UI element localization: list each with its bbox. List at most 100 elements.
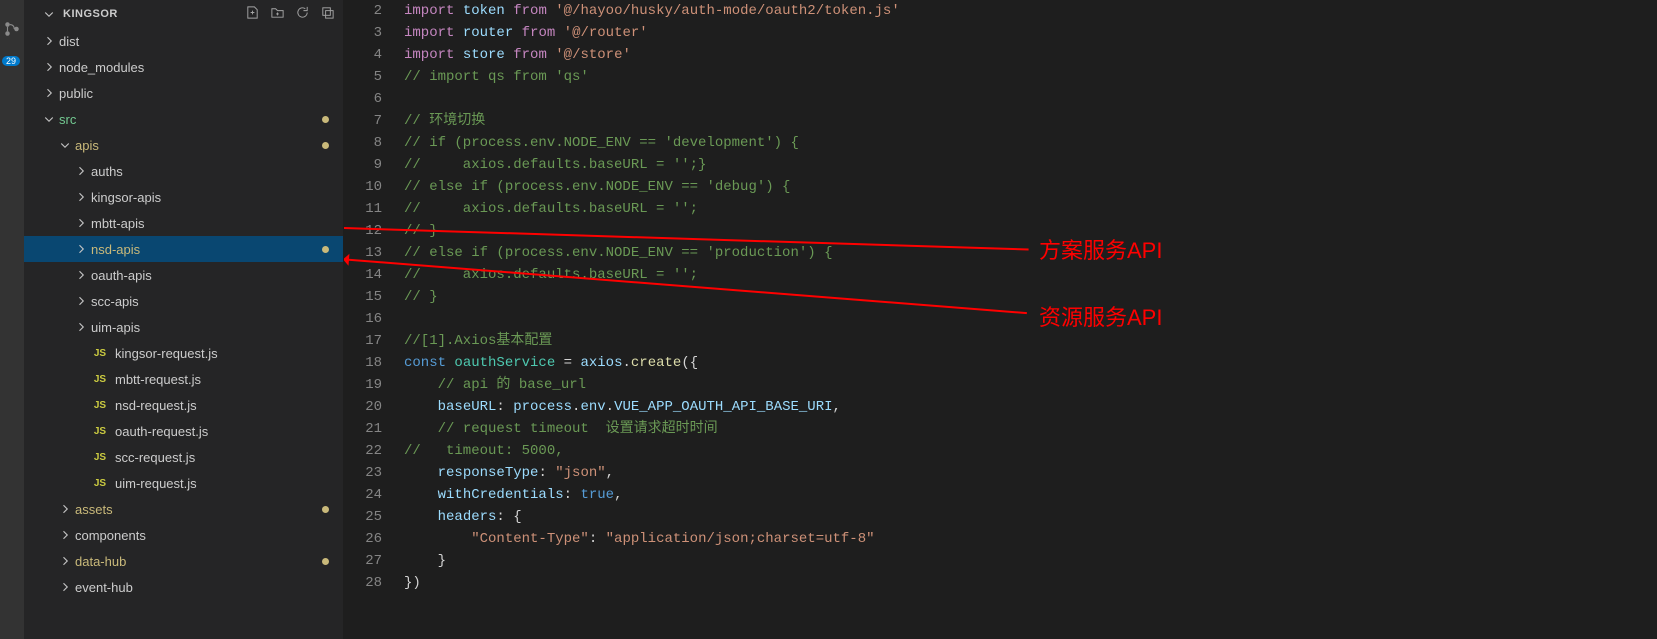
code-line[interactable]: import token from '@/hayoo/husky/auth-mo… — [404, 0, 1657, 22]
folder-uim-apis[interactable]: uim-apis — [24, 314, 343, 340]
new-folder-icon[interactable] — [270, 5, 285, 23]
folder-mbtt-apis[interactable]: mbtt-apis — [24, 210, 343, 236]
folder-node_modules[interactable]: node_modules — [24, 54, 343, 80]
code-line[interactable]: "Content-Type": "application/json;charse… — [404, 528, 1657, 550]
file-scc-request.js[interactable]: JSscc-request.js — [24, 444, 343, 470]
tree-item-label: src — [59, 112, 76, 127]
tree-item-label: nsd-apis — [91, 242, 140, 257]
folder-apis[interactable]: apis — [24, 132, 343, 158]
code-line[interactable]: // api 的 base_url — [404, 374, 1657, 396]
line-number: 27 — [344, 550, 382, 572]
modified-dot-icon — [322, 116, 329, 123]
chevron-right-icon — [74, 268, 88, 282]
folder-nsd-apis[interactable]: nsd-apis — [24, 236, 343, 262]
line-number: 12 — [344, 220, 382, 242]
folder-kingsor-apis[interactable]: kingsor-apis — [24, 184, 343, 210]
folder-scc-apis[interactable]: scc-apis — [24, 288, 343, 314]
line-number: 10 — [344, 176, 382, 198]
code-line[interactable]: }) — [404, 572, 1657, 594]
code-line[interactable]: // axios.defaults.baseURL = ''; — [404, 198, 1657, 220]
line-number: 5 — [344, 66, 382, 88]
line-number: 25 — [344, 506, 382, 528]
file-nsd-request.js[interactable]: JS nsd-request.js — [24, 392, 343, 418]
chevron-down-icon — [58, 138, 72, 152]
code-line[interactable] — [404, 308, 1657, 330]
tree-item-label: uim-request.js — [115, 476, 197, 491]
line-number: 3 — [344, 22, 382, 44]
folder-auths[interactable]: auths — [24, 158, 343, 184]
new-file-icon[interactable] — [245, 5, 260, 23]
code-line[interactable]: withCredentials: true, — [404, 484, 1657, 506]
chevron-right-icon — [74, 216, 88, 230]
code-line[interactable]: import store from '@/store' — [404, 44, 1657, 66]
tree-item-label: components — [75, 528, 146, 543]
code-line[interactable]: // } — [404, 220, 1657, 242]
collapse-all-icon[interactable] — [320, 5, 335, 23]
code-line[interactable]: //[1].Axios基本配置 — [404, 330, 1657, 352]
code-line[interactable]: responseType: "json", — [404, 462, 1657, 484]
line-gutter: 2345678910111213141516171819202122232425… — [344, 0, 404, 639]
folder-assets[interactable]: assets — [24, 496, 343, 522]
code-line[interactable]: // } — [404, 286, 1657, 308]
folder-src[interactable]: src — [24, 106, 343, 132]
code-line[interactable]: // else if (process.env.NODE_ENV == 'pro… — [404, 242, 1657, 264]
explorer-header[interactable]: KINGSOR — [24, 0, 343, 28]
file-mbtt-request.js[interactable]: JSmbtt-request.js — [24, 366, 343, 392]
code-line[interactable]: // 环境切换 — [404, 110, 1657, 132]
code-line[interactable]: baseURL: process.env.VUE_APP_OAUTH_API_B… — [404, 396, 1657, 418]
tree-item-label: scc-request.js — [115, 450, 195, 465]
tree-item-label: assets — [75, 502, 113, 517]
file-tree[interactable]: distnode_modulespublicsrcapisauthskingso… — [24, 28, 343, 639]
tree-item-label: data-hub — [75, 554, 126, 569]
chevron-right-icon — [58, 528, 72, 542]
folder-public[interactable]: public — [24, 80, 343, 106]
tree-item-label: nsd-request.js — [115, 398, 197, 413]
code-line[interactable]: // if (process.env.NODE_ENV == 'developm… — [404, 132, 1657, 154]
line-number: 2 — [344, 0, 382, 22]
file-kingsor-request.js[interactable]: JS kingsor-request.js — [24, 340, 343, 366]
tree-item-label: scc-apis — [91, 294, 139, 309]
code-line[interactable]: headers: { — [404, 506, 1657, 528]
chevron-right-icon — [58, 554, 72, 568]
chevron-right-icon — [74, 450, 88, 464]
code-line[interactable]: } — [404, 550, 1657, 572]
code-line[interactable]: // axios.defaults.baseURL = '';} — [404, 154, 1657, 176]
chevron-right-icon — [74, 164, 88, 178]
source-control-icon[interactable] — [3, 20, 21, 41]
chevron-down-icon — [42, 112, 56, 126]
code-line[interactable]: // else if (process.env.NODE_ENV == 'deb… — [404, 176, 1657, 198]
line-number: 19 — [344, 374, 382, 396]
chevron-right-icon — [74, 320, 88, 334]
chevron-down-icon — [42, 7, 56, 21]
folder-components[interactable]: components — [24, 522, 343, 548]
code-editor[interactable]: 2345678910111213141516171819202122232425… — [344, 0, 1657, 639]
chevron-right-icon — [58, 502, 72, 516]
folder-data-hub[interactable]: data-hub — [24, 548, 343, 574]
chevron-right-icon — [58, 580, 72, 594]
js-file-icon: JS — [91, 344, 109, 362]
folder-event-hub[interactable]: event-hub — [24, 574, 343, 600]
code-line[interactable]: import router from '@/router' — [404, 22, 1657, 44]
code-line[interactable] — [404, 88, 1657, 110]
code-line[interactable]: // axios.defaults.baseURL = ''; — [404, 264, 1657, 286]
folder-dist[interactable]: dist — [24, 28, 343, 54]
refresh-icon[interactable] — [295, 5, 310, 23]
code-line[interactable]: const oauthService = axios.create({ — [404, 352, 1657, 374]
line-number: 7 — [344, 110, 382, 132]
file-oauth-request.js[interactable]: JSoauth-request.js — [24, 418, 343, 444]
code-content[interactable]: import token from '@/hayoo/husky/auth-mo… — [404, 0, 1657, 639]
code-line[interactable]: // timeout: 5000, — [404, 440, 1657, 462]
file-uim-request.js[interactable]: JSuim-request.js — [24, 470, 343, 496]
line-number: 4 — [344, 44, 382, 66]
folder-oauth-apis[interactable]: oauth-apis — [24, 262, 343, 288]
tree-item-label: kingsor-request.js — [115, 346, 218, 361]
js-file-icon: JS — [91, 396, 109, 414]
line-number: 20 — [344, 396, 382, 418]
line-number: 22 — [344, 440, 382, 462]
chevron-right-icon — [74, 398, 88, 412]
tree-item-label: apis — [75, 138, 99, 153]
code-line[interactable]: // import qs from 'qs' — [404, 66, 1657, 88]
js-file-icon: JS — [91, 370, 109, 388]
chevron-right-icon — [74, 190, 88, 204]
code-line[interactable]: // request timeout 设置请求超时时间 — [404, 418, 1657, 440]
